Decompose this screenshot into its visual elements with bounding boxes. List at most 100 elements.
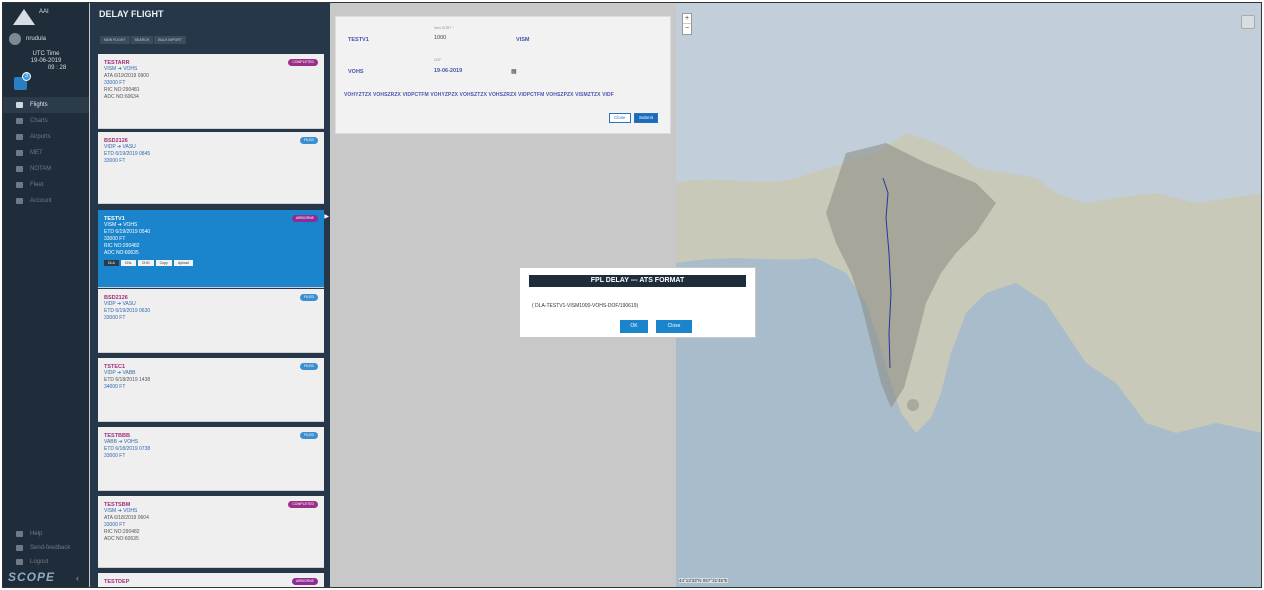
flight-level: 34000 FT: [104, 384, 126, 390]
flight-route: VABB ➔ VOHS: [104, 439, 139, 445]
chg-button[interactable]: CHG: [137, 260, 154, 266]
sidebar-item-label: Airports: [30, 134, 51, 140]
flight-time: ETD 6/18/2019 0738: [104, 446, 151, 452]
sidebar-bottom-nav: Help Send-feedback Logout: [3, 527, 89, 569]
sidebar-item-label: MET: [30, 150, 43, 156]
sidebar-item-logout[interactable]: Logout: [3, 555, 89, 569]
sidebar-item-label: Charts: [30, 118, 48, 124]
status-badge: FILED: [300, 137, 318, 144]
sidebar-item-label: Logout: [30, 559, 49, 565]
fleet-icon: [16, 182, 23, 188]
dep-aerodrome: VISM: [516, 37, 530, 43]
flight-time: ETD 6/19/2019 0540: [104, 229, 151, 235]
status-badge: AIRBORNE: [291, 578, 318, 585]
selected-arrow-icon: ▶: [324, 214, 329, 220]
close-button[interactable]: Close: [609, 113, 631, 123]
sidebar-item-flights[interactable]: Flights: [3, 97, 89, 113]
sidebar-item-notam[interactable]: NOTAM: [3, 161, 89, 177]
adc-number: ADC NO:60635: [104, 536, 139, 542]
status-badge: FILED: [300, 294, 318, 301]
user-profile[interactable]: nrudula: [9, 33, 46, 45]
sidebar-item-label: Account: [30, 198, 52, 204]
sidebar-item-feedback[interactable]: Send-feedback: [3, 541, 89, 555]
calendar-icon[interactable]: ▦: [511, 68, 517, 75]
zoom-in-button[interactable]: +: [683, 14, 691, 24]
layers-icon[interactable]: [1241, 15, 1255, 29]
flight-card[interactable]: TESTARR COMPLETED VISM ➔ VOHS ATA 6/19/2…: [98, 54, 324, 129]
utc-date: 19-06-2019: [30, 58, 62, 64]
dla-button[interactable]: DLA: [104, 260, 119, 266]
sidebar: AAI nrudula UTC Time 19-06-2019 09 : 28 …: [3, 3, 89, 587]
flight-actions: DLA CNL CHG Copy Upload: [104, 260, 318, 266]
flight-list-panel: DELAY FLIGHT NEW FLIGHT SEARCH BULK IMPO…: [90, 3, 330, 587]
feedback-icon: [16, 545, 23, 551]
status-badge: COMPLETED: [288, 501, 318, 508]
fpl-delay-dialog: FPL DELAY --- ATS FORMAT ( DLA-TESTV1-VI…: [519, 267, 756, 338]
logout-icon: [16, 559, 23, 565]
route-field: VOHYZTZX VOHSZRZX VIDPCTFM VOHYZPZX VOHS…: [344, 92, 614, 98]
flight-card-selected[interactable]: TESTV1 AIRBORNE ▶ VISM ➔ VOHS ETD 6/19/2…: [98, 210, 329, 288]
flight-level: 33000 FT: [104, 158, 126, 164]
dialog-title: FPL DELAY --- ATS FORMAT: [529, 275, 746, 287]
warning-icon: [16, 166, 23, 172]
flight-level: 33000 FT: [104, 80, 126, 86]
flight-card[interactable]: BSD2126 FILED VIDP ➔ VASU ETD 6/19/2019 …: [98, 132, 324, 204]
sidebar-item-label: Send-feedback: [30, 545, 71, 551]
adc-number: ADC NO:60634: [104, 94, 139, 100]
dof-input[interactable]: 19-06-2019: [434, 68, 462, 74]
flight-card[interactable]: TESTSBM COMPLETED VISM ➔ VOHS ATA 6/18/2…: [98, 496, 324, 568]
search-button[interactable]: SEARCH: [130, 36, 155, 44]
flight-card[interactable]: BSD2126 FILED VIDP ➔ VASU ETD 6/19/2019 …: [98, 289, 324, 353]
new-flight-button[interactable]: NEW FLIGHT: [100, 36, 131, 44]
flight-card[interactable]: TSTEC1 FILED VIDP ➔ VABB ETD 6/18/2019 1…: [98, 358, 324, 422]
submit-button[interactable]: Submit: [634, 113, 659, 123]
sidebar-item-account[interactable]: Account: [3, 193, 89, 209]
sidebar-item-fleet[interactable]: Fleet: [3, 177, 89, 193]
logo-mark: [13, 9, 35, 25]
copy-button[interactable]: Copy: [155, 260, 172, 266]
ok-button[interactable]: OK: [620, 320, 648, 333]
bulk-import-button[interactable]: BULK IMPORT: [154, 36, 187, 44]
flight-route: VISM ➔ VOHS: [104, 66, 138, 72]
sidebar-item-label: NOTAM: [30, 166, 52, 172]
flight-card[interactable]: TESTBBB FILED VABB ➔ VOHS ETD 6/18/2019 …: [98, 427, 324, 491]
collapse-sidebar-icon[interactable]: ‹: [76, 573, 79, 583]
sidebar-item-help[interactable]: Help: [3, 527, 89, 541]
dof-label: DOF: [434, 58, 442, 62]
sidebar-item-charts[interactable]: Charts: [3, 113, 89, 129]
adc-number: ADC NO:60635: [104, 250, 139, 256]
sidebar-item-label: Help: [30, 531, 43, 537]
flight-level: 33000 FT: [104, 522, 126, 528]
eobt-input[interactable]: 1000: [434, 35, 446, 41]
eobt-label: New EOBT *: [434, 26, 454, 30]
flight-card[interactable]: TESTDEP AIRBORNE: [98, 573, 324, 587]
flight-level: 33000 FT: [104, 315, 126, 321]
sri-lanka: [907, 399, 919, 411]
status-badge: COMPLETED: [288, 59, 318, 66]
airport-icon: [16, 134, 23, 140]
username: nrudula: [26, 36, 47, 42]
dialog-close-button[interactable]: Close: [656, 320, 692, 333]
upload-button[interactable]: Upload: [173, 260, 193, 266]
panel-header: DELAY FLIGHT NEW FLIGHT SEARCH BULK IMPO…: [90, 3, 330, 47]
map-canvas: [676, 133, 1261, 587]
zoom-out-button[interactable]: −: [683, 24, 691, 34]
sidebar-item-airports[interactable]: Airports: [3, 129, 89, 145]
cloud-icon: [16, 150, 23, 156]
map-view[interactable]: + − 44°13'33"N 057°31'45"E: [676, 3, 1261, 587]
flight-route: VIDP ➔ VASU: [104, 301, 136, 307]
flight-id: TESTDEP: [104, 579, 130, 585]
avatar: [9, 33, 21, 45]
panel-actions: NEW FLIGHT SEARCH BULK IMPORT: [100, 36, 187, 44]
sidebar-item-label: Fleet: [30, 182, 44, 188]
flight-time: ETD 6/19/2019 0630: [104, 308, 151, 314]
utc-label: UTC Time: [32, 51, 60, 57]
sidebar-item-met[interactable]: MET: [3, 145, 89, 161]
cnl-button[interactable]: CNL: [120, 260, 136, 266]
gear-icon: [16, 198, 23, 204]
notification-badge: 3: [22, 72, 31, 81]
aai-logo[interactable]: AAI: [13, 7, 77, 29]
sidebar-nav: Flights Charts Airports MET NOTAM Fleet …: [3, 97, 89, 209]
ric-number: RIC NO:290482: [104, 243, 140, 249]
flight-level: 33000 FT: [104, 236, 126, 242]
